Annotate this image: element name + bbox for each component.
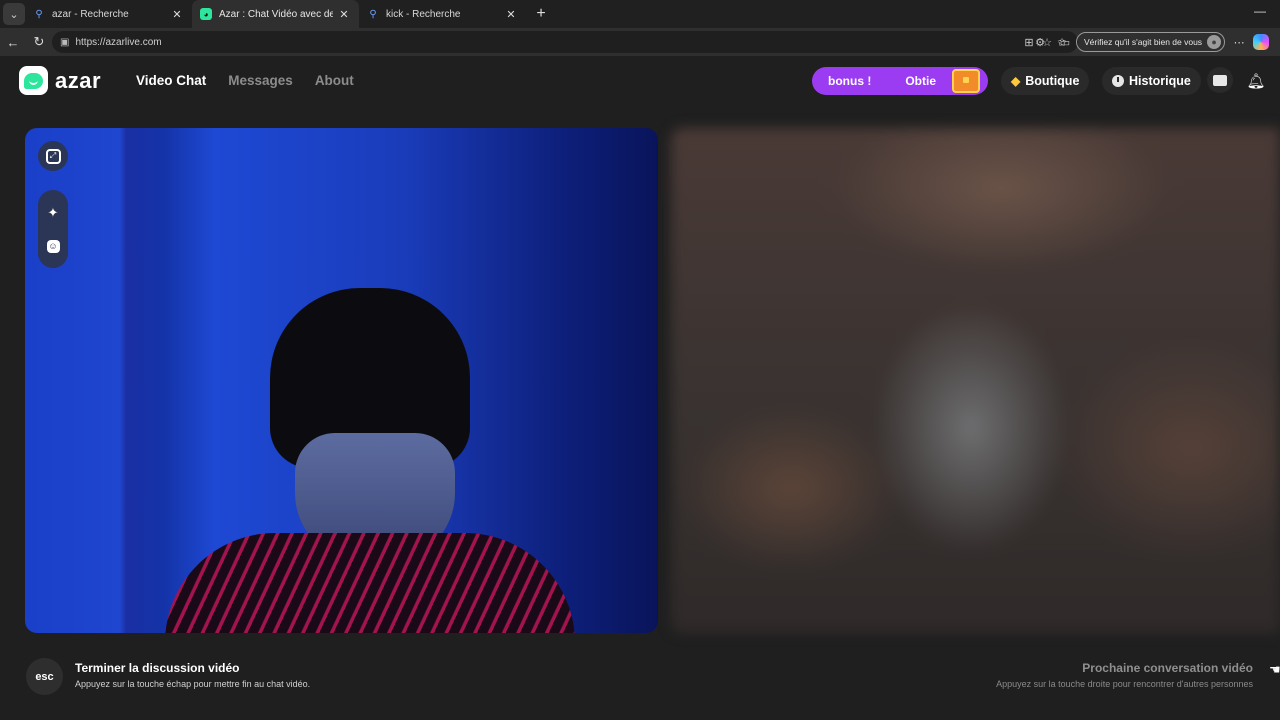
bonus-text: bonus ! bbox=[828, 74, 872, 88]
browser-right-tools: ⚙ ✩ Vérifiez qu'il s'agit bien de vous ●… bbox=[1032, 32, 1270, 52]
mouse-cursor-icon: ☚ bbox=[1269, 662, 1280, 677]
tab-title: azar - Recherche bbox=[52, 8, 129, 20]
browser-tab-azar-chat[interactable]: ◕ Azar : Chat Vidéo avec de nou ✕ bbox=[192, 0, 359, 28]
browser-toolbar: ← ↻ ▣ https://azarlive.com ⊞ ☆ ▭ ⚙ ✩ Vér… bbox=[0, 28, 1280, 56]
historique-button[interactable]: Historique bbox=[1102, 67, 1201, 95]
azar-page: azar Video Chat Messages About bonus ! O… bbox=[0, 56, 1280, 720]
profile-avatar-icon: ● bbox=[1207, 35, 1222, 49]
inbox-button[interactable] bbox=[1207, 67, 1233, 93]
face-filter-icon[interactable]: ☺ bbox=[46, 239, 60, 253]
new-tab-button[interactable]: + bbox=[530, 3, 552, 25]
magic-wand-icon[interactable]: ✦ bbox=[45, 205, 61, 221]
nav-messages[interactable]: Messages bbox=[228, 73, 293, 88]
browser-tab-kick-search[interactable]: ⚲ kick - Recherche ✕ bbox=[359, 0, 526, 28]
tab-actions-chevron-icon[interactable]: ⌄ bbox=[3, 3, 25, 25]
clock-icon bbox=[1112, 75, 1124, 87]
logo-text: azar bbox=[55, 67, 102, 93]
inbox-icon bbox=[1213, 74, 1227, 86]
back-arrow-icon[interactable]: ← bbox=[0, 30, 26, 54]
extensions-icon[interactable]: ⚙ bbox=[1032, 32, 1048, 52]
address-bar[interactable]: ▣ https://azarlive.com ⊞ ☆ ▭ bbox=[52, 31, 1078, 53]
video-effects-toolbar: ✦ ☺ bbox=[38, 190, 68, 268]
favorites-icon[interactable]: ✩ bbox=[1054, 32, 1070, 52]
close-tab-icon[interactable]: ✕ bbox=[337, 8, 351, 21]
close-tab-icon[interactable]: ✕ bbox=[170, 8, 184, 21]
fullscreen-toggle-button[interactable]: ⤢ bbox=[38, 141, 68, 171]
browser-tab-azar-search[interactable]: ⚲ azar - Recherche ✕ bbox=[25, 0, 192, 28]
local-video-feed: ⤢ ✦ ☺ bbox=[25, 128, 658, 633]
next-chat-hint[interactable]: Prochaine conversation vidéo Appuyez sur… bbox=[996, 661, 1253, 689]
end-chat-subtitle: Appuyez sur la touche échap pour mettre … bbox=[75, 679, 311, 689]
close-tab-icon[interactable]: ✕ bbox=[504, 8, 518, 21]
browser-tab-strip: ⌄ ⚲ azar - Recherche ✕ ◕ Azar : Chat Vid… bbox=[0, 0, 1280, 28]
historique-label: Historique bbox=[1129, 74, 1191, 88]
search-icon: ⚲ bbox=[35, 8, 43, 20]
profile-verify-button[interactable]: Vérifiez qu'il s'agit bien de vous ● bbox=[1076, 32, 1226, 52]
boutique-label: Boutique bbox=[1025, 74, 1080, 88]
boutique-button[interactable]: ◆ Boutique bbox=[1001, 67, 1090, 95]
notification-bell-icon[interactable]: 🔔︎ bbox=[1246, 71, 1266, 91]
search-icon: ⚲ bbox=[369, 8, 377, 20]
end-chat-title: Terminer la discussion vidéo bbox=[75, 661, 240, 675]
bonus-cta-text: Obtie bbox=[905, 74, 936, 88]
gem-icon: ◆ bbox=[1011, 74, 1021, 88]
azar-logo-icon: ◕ bbox=[200, 8, 212, 20]
main-nav: Video Chat Messages About bbox=[136, 73, 354, 88]
remote-video-feed-blurred bbox=[671, 128, 1280, 633]
more-menu-icon[interactable]: ⋯ bbox=[1231, 32, 1247, 52]
reload-icon[interactable]: ↻ bbox=[26, 30, 52, 54]
expand-icon: ⤢ bbox=[45, 148, 61, 164]
nav-video-chat[interactable]: Video Chat bbox=[136, 73, 206, 88]
end-chat-hint: Terminer la discussion vidéo Appuyez sur… bbox=[75, 661, 310, 689]
bonus-banner-button[interactable]: bonus ! Obtie bbox=[812, 67, 988, 95]
minimize-window-icon[interactable]: — bbox=[1254, 4, 1266, 18]
nav-about[interactable]: About bbox=[315, 73, 354, 88]
next-chat-title: Prochaine conversation vidéo bbox=[1082, 661, 1253, 675]
tab-title: kick - Recherche bbox=[386, 8, 461, 20]
azar-logo-icon bbox=[19, 66, 48, 95]
url-text: https://azarlive.com bbox=[75, 36, 162, 48]
profile-verify-text: Vérifiez qu'il s'agit bien de vous bbox=[1084, 37, 1203, 47]
next-chat-subtitle: Appuyez sur la touche droite pour rencon… bbox=[996, 679, 1253, 689]
site-info-icon[interactable]: ▣ bbox=[60, 37, 69, 48]
copilot-icon[interactable] bbox=[1253, 34, 1270, 50]
tab-title: Azar : Chat Vidéo avec de nou bbox=[219, 8, 333, 20]
treasure-chest-icon bbox=[952, 69, 980, 93]
azar-logo[interactable]: azar bbox=[19, 66, 101, 95]
esc-key-button[interactable]: esc bbox=[26, 658, 63, 695]
